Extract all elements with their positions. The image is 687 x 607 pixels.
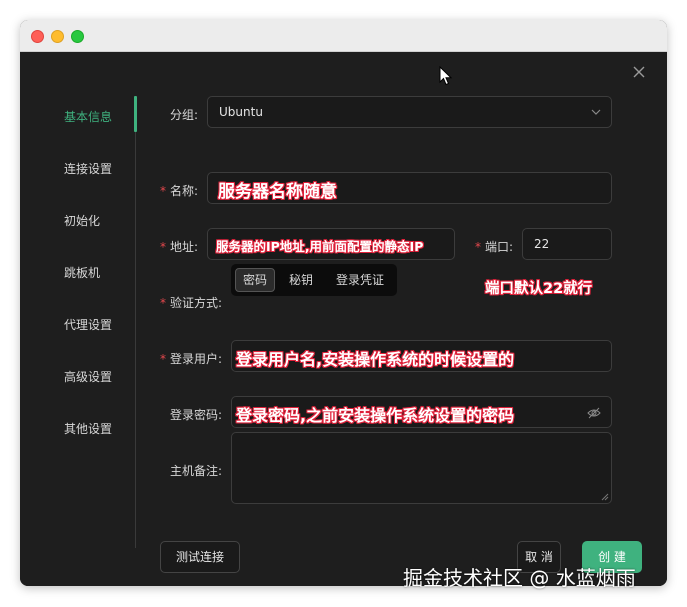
group-label: 分组: [170,108,199,122]
port-label: * 端口: [475,240,514,254]
login-user-input-value: 登录用户名,安装操作系统的时候设置的 [236,350,515,369]
login-password-input-value: 登录密码,之前安装操作系统设置的密码 [236,406,515,425]
auth-method-label: * 验证方式: [160,296,223,310]
login-password-label: 登录密码: [170,408,223,422]
mouse-cursor-icon [439,66,453,86]
host-remark-textarea[interactable] [231,432,612,504]
required-marker: * [160,296,166,310]
eye-off-icon[interactable] [587,406,601,420]
group-select-value: Ubuntu [219,105,263,119]
nav-item-basic-info[interactable]: 基本信息 [64,108,112,125]
close-icon[interactable] [631,64,647,80]
nav-item-other-settings[interactable]: 其他设置 [64,420,112,437]
nav-divider [135,96,136,548]
port-input[interactable]: 22 [522,228,612,260]
auth-option-password[interactable]: 密码 [235,268,275,292]
nav-item-proxy-settings[interactable]: 代理设置 [64,316,112,333]
nav-item-connection-settings[interactable]: 连接设置 [64,160,112,177]
address-label: * 地址: [160,240,199,254]
login-user-label: * 登录用户: [160,352,223,366]
auth-option-credential[interactable]: 登录凭证 [327,268,393,292]
name-input-value: 服务器名称随意 [218,182,337,202]
required-marker: * [475,240,481,254]
auth-method-segmented-control: 密码 秘钥 登录凭证 [231,264,397,296]
required-marker: * [160,352,166,366]
address-input[interactable]: 服务器的IP地址,用前面配置的静态IP [207,228,455,260]
name-label: * 名称: [160,184,199,198]
address-input-value: 服务器的IP地址,用前面配置的静态IP [216,239,424,254]
nav-item-advanced-settings[interactable]: 高级设置 [64,368,112,385]
window-maximize-button[interactable] [71,30,84,43]
port-input-value: 22 [534,237,550,251]
window-close-button[interactable] [31,30,44,43]
dialog-content: 基本信息 连接设置 初始化 跳板机 代理设置 高级设置 其他设置 分组: Ubu… [20,52,667,586]
name-input[interactable]: 服务器名称随意 [207,172,612,204]
group-select[interactable]: Ubuntu [207,96,612,128]
host-remark-label: 主机备注: [170,464,223,478]
login-user-input[interactable]: 登录用户名,安装操作系统的时候设置的 [231,340,612,372]
nav-item-jump-host[interactable]: 跳板机 [64,264,100,281]
port-note-annotation: 端口默认22就行 [485,281,593,297]
login-password-input[interactable]: 登录密码,之前安装操作系统设置的密码 [231,396,612,428]
required-marker: * [160,240,166,254]
test-connection-button[interactable]: 测试连接 [160,541,240,573]
resize-handle-icon[interactable] [601,493,609,501]
window-minimize-button[interactable] [51,30,64,43]
chevron-down-icon [591,109,601,115]
auth-option-key[interactable]: 秘钥 [281,268,321,292]
connection-dialog-window: 基本信息 连接设置 初始化 跳板机 代理设置 高级设置 其他设置 分组: Ubu… [20,20,667,586]
watermark: 掘金技术社区 @ 水蓝烟雨 [403,566,636,590]
title-bar [20,20,667,52]
required-marker: * [160,184,166,198]
nav-active-indicator [134,96,137,132]
nav-item-initialization[interactable]: 初始化 [64,212,100,229]
